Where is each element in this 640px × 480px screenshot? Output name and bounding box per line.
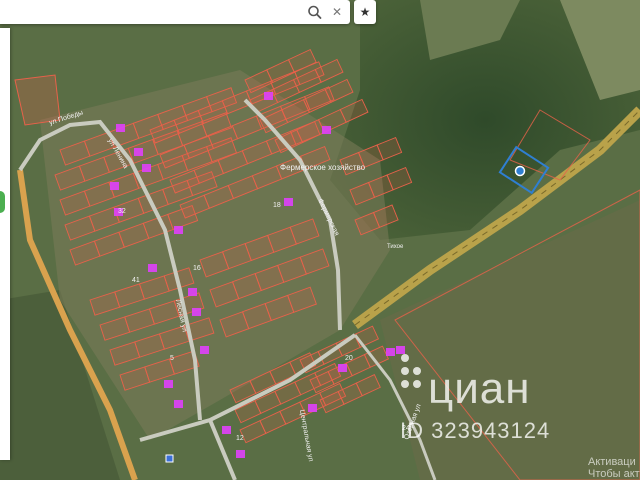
building-highlight[interactable] [142, 164, 151, 172]
building-highlight[interactable] [236, 450, 245, 458]
building-highlight[interactable] [164, 380, 173, 388]
watermark-listing-id: ID 323943124 [400, 418, 551, 443]
activation-title: Активаци [588, 456, 636, 468]
search-icon[interactable] [306, 4, 324, 20]
cian-logo-icon [401, 354, 421, 388]
search-input[interactable] [0, 0, 312, 24]
building-highlight[interactable] [264, 92, 273, 100]
bus-stop-icon[interactable] [165, 454, 174, 463]
satellite-map[interactable]: ул Победы ул Ленина Фермерская Лесная ул… [0, 0, 640, 480]
favorite-button[interactable]: ★ [354, 0, 376, 24]
building-highlight[interactable] [110, 182, 119, 190]
parcel-number: 18 [273, 202, 281, 209]
building-highlight[interactable] [174, 226, 183, 234]
building-highlight[interactable] [148, 264, 157, 272]
activation-notice: Активаци Чтобы акти [588, 456, 640, 480]
location-marker-icon[interactable] [514, 165, 526, 177]
building-highlight[interactable] [192, 308, 201, 316]
parcel-number: 20 [345, 355, 353, 362]
locality-label: Фермерское хозяйство [280, 163, 366, 172]
side-panel[interactable] [0, 28, 10, 460]
building-highlight[interactable] [200, 346, 209, 354]
parcel-number: 41 [132, 277, 140, 284]
search-bar: ✕ [0, 0, 350, 24]
parcel-number: 32 [118, 208, 126, 215]
building-highlight[interactable] [134, 148, 143, 156]
panel-toggle[interactable] [0, 191, 5, 213]
parcel-number: 12 [236, 435, 244, 442]
building-highlight[interactable] [322, 126, 331, 134]
activation-subtitle: Чтобы акти [588, 468, 640, 480]
place-label: Тихое [387, 244, 404, 250]
building-highlight[interactable] [386, 348, 395, 356]
building-highlight[interactable] [116, 124, 125, 132]
building-highlight[interactable] [284, 198, 293, 206]
watermark-brand: циан [428, 364, 531, 413]
clear-search-button[interactable]: ✕ [329, 3, 345, 21]
parcel-number: 16 [193, 265, 201, 272]
building-highlight[interactable] [174, 400, 183, 408]
parcel-number: 5 [170, 355, 174, 362]
building-highlight[interactable] [188, 288, 197, 296]
building-highlight[interactable] [308, 404, 317, 412]
building-highlight[interactable] [222, 426, 231, 434]
building-highlight[interactable] [338, 364, 347, 372]
